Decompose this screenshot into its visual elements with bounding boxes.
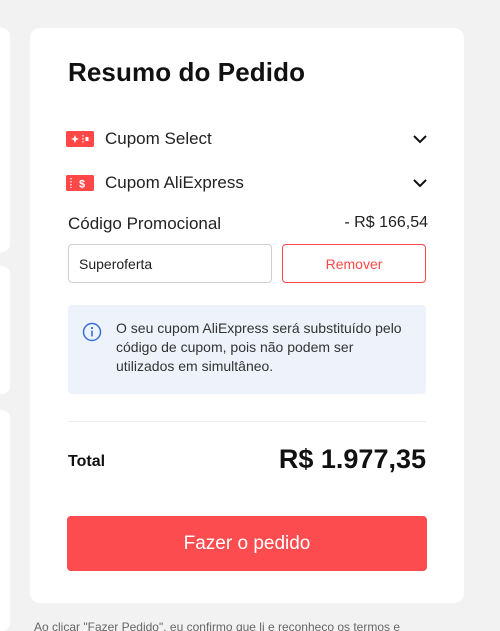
coupon-select-icon xyxy=(66,131,94,147)
adjacent-card-fragment xyxy=(0,410,10,631)
promo-code-label: Código Promocional xyxy=(68,214,222,233)
adjacent-card-fragment xyxy=(0,28,10,252)
info-icon xyxy=(82,322,102,342)
total-label: Total xyxy=(68,453,106,470)
place-order-button[interactable]: Fazer o pedido xyxy=(67,516,427,571)
terms-footnote: Ao clicar "Fazer Pedido", eu confirmo qu… xyxy=(34,620,401,631)
chevron-down-icon[interactable] xyxy=(410,173,430,193)
remove-promo-button[interactable]: Remover xyxy=(282,244,426,283)
promo-discount-value: - R$ 166,54 xyxy=(344,214,428,231)
coupon-select-label: Cupom Select xyxy=(105,129,212,148)
chevron-down-icon[interactable] xyxy=(410,129,430,149)
info-message: O seu cupom AliExpress será substituído … xyxy=(116,320,402,374)
adjacent-card-fragment xyxy=(0,266,10,394)
coupon-aliexpress-label: Cupom AliExpress xyxy=(105,173,244,192)
order-summary-title: Resumo do Pedido xyxy=(68,57,306,87)
total-value: R$ 1.977,35 xyxy=(278,444,426,474)
promo-code-input[interactable] xyxy=(68,244,272,283)
coupon-aliexpress-icon: $ xyxy=(66,175,94,191)
order-summary-card: Resumo do Pedido Cupom Select $ Cupom Al… xyxy=(30,28,464,603)
page: Resumo do Pedido Cupom Select $ Cupom Al… xyxy=(0,0,500,631)
info-notice: O seu cupom AliExpress será substituído … xyxy=(68,305,426,394)
svg-text:$: $ xyxy=(79,179,85,191)
divider xyxy=(68,421,426,422)
coupon-select-row[interactable]: Cupom Select xyxy=(66,127,430,151)
coupon-aliexpress-row[interactable]: $ Cupom AliExpress xyxy=(66,171,430,195)
